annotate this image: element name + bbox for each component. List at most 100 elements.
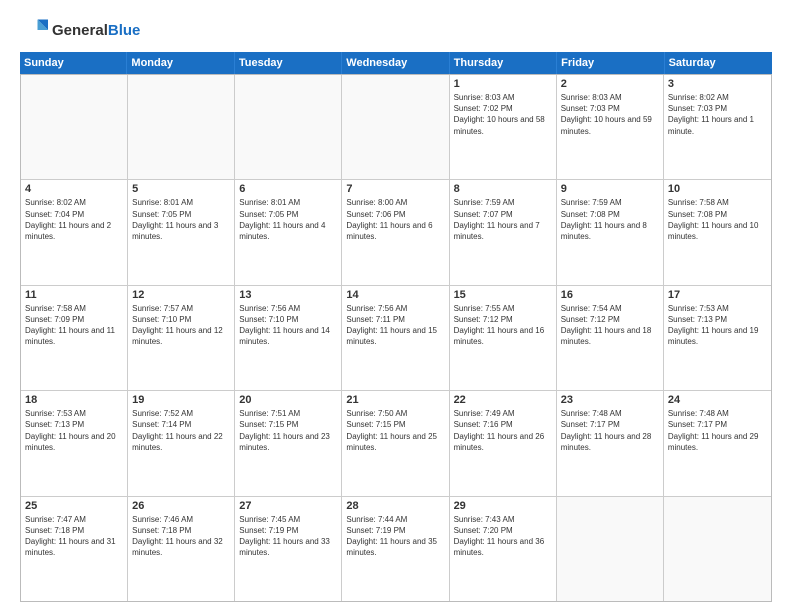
calendar-day-cell: 19 Sunrise: 7:52 AMSunset: 7:14 PMDayligh… — [128, 391, 235, 495]
calendar-day-cell: 2 Sunrise: 8:03 AMSunset: 7:03 PMDaylight… — [557, 75, 664, 179]
day-info: Sunrise: 7:47 AMSunset: 7:18 PMDaylight:… — [25, 514, 123, 559]
calendar-day-cell: 14Sunrise: 7:56 AMSunset: 7:11 PMDayligh… — [342, 286, 449, 390]
day-number: 9 — [561, 183, 659, 195]
calendar-day-cell: 8Sunrise: 7:59 AMSunset: 7:07 PMDaylight… — [450, 180, 557, 284]
calendar-day-cell: 20 Sunrise: 7:51 AMSunset: 7:15 PMDayligh… — [235, 391, 342, 495]
calendar-empty-cell — [235, 75, 342, 179]
day-number: 1 — [454, 78, 552, 90]
day-info: Sunrise: 7:45 AMSunset: 7:19 PMDaylight:… — [239, 514, 337, 559]
day-number: 7 — [346, 183, 444, 195]
day-info: Sunrise: 7:43 AMSunset: 7:20 PMDaylight:… — [454, 514, 552, 559]
day-number: 28 — [346, 500, 444, 512]
day-info: Sunrise: 7:52 AMSunset: 7:14 PMDaylight:… — [132, 408, 230, 453]
day-info: Sunrise: 7:54 AMSunset: 7:12 PMDaylight:… — [561, 303, 659, 348]
day-info: Sunrise: 8:03 AMSunset: 7:02 PMDaylight:… — [454, 92, 552, 137]
day-number: 6 — [239, 183, 337, 195]
day-of-week-header: Wednesday — [342, 52, 449, 74]
day-info: Sunrise: 8:02 AMSunset: 7:03 PMDaylight:… — [668, 92, 767, 137]
calendar-day-cell: 18 Sunrise: 7:53 AMSunset: 7:13 PMDayligh… — [21, 391, 128, 495]
day-number: 15 — [454, 289, 552, 301]
day-info: Sunrise: 7:53 AMSunset: 7:13 PMDaylight:… — [668, 303, 767, 348]
day-number: 13 — [239, 289, 337, 301]
day-info: Sunrise: 8:00 AMSunset: 7:06 PMDaylight:… — [346, 197, 444, 242]
day-of-week-header: Thursday — [450, 52, 557, 74]
day-info: Sunrise: 7:46 AMSunset: 7:18 PMDaylight:… — [132, 514, 230, 559]
calendar-day-cell: 10 Sunrise: 7:58 AMSunset: 7:08 PMDayligh… — [664, 180, 771, 284]
day-number: 26 — [132, 500, 230, 512]
day-number: 24 — [668, 394, 767, 406]
logo: GeneralBlue — [20, 16, 140, 44]
calendar-day-cell: 12 Sunrise: 7:57 AMSunset: 7:10 PMDayligh… — [128, 286, 235, 390]
day-number: 3 — [668, 78, 767, 90]
day-number: 19 — [132, 394, 230, 406]
page: GeneralBlue SundayMondayTuesdayWednesday… — [0, 0, 792, 612]
calendar-empty-cell — [128, 75, 235, 179]
day-info: Sunrise: 8:02 AMSunset: 7:04 PMDaylight:… — [25, 197, 123, 242]
calendar-day-cell: 28 Sunrise: 7:44 AMSunset: 7:19 PMDayligh… — [342, 497, 449, 601]
day-info: Sunrise: 7:44 AMSunset: 7:19 PMDaylight:… — [346, 514, 444, 559]
day-number: 8 — [454, 183, 552, 195]
day-info: Sunrise: 7:48 AMSunset: 7:17 PMDaylight:… — [668, 408, 767, 453]
day-number: 17 — [668, 289, 767, 301]
day-info: Sunrise: 7:51 AMSunset: 7:15 PMDaylight:… — [239, 408, 337, 453]
day-of-week-header: Saturday — [665, 52, 772, 74]
day-number: 10 — [668, 183, 767, 195]
calendar-row: 1 Sunrise: 8:03 AMSunset: 7:02 PMDaylight… — [21, 75, 771, 180]
day-number: 18 — [25, 394, 123, 406]
day-of-week-header: Tuesday — [235, 52, 342, 74]
day-info: Sunrise: 7:57 AMSunset: 7:10 PMDaylight:… — [132, 303, 230, 348]
calendar-empty-cell — [664, 497, 771, 601]
calendar-day-cell: 11 Sunrise: 7:58 AMSunset: 7:09 PMDayligh… — [21, 286, 128, 390]
calendar-body: 1 Sunrise: 8:03 AMSunset: 7:02 PMDaylight… — [20, 74, 772, 602]
calendar-day-cell: 22Sunrise: 7:49 AMSunset: 7:16 PMDayligh… — [450, 391, 557, 495]
calendar-row: 11 Sunrise: 7:58 AMSunset: 7:09 PMDayligh… — [21, 286, 771, 391]
day-number: 4 — [25, 183, 123, 195]
header: GeneralBlue — [20, 16, 772, 44]
calendar-day-cell: 25 Sunrise: 7:47 AMSunset: 7:18 PMDayligh… — [21, 497, 128, 601]
day-number: 2 — [561, 78, 659, 90]
calendar-day-cell: 13 Sunrise: 7:56 AMSunset: 7:10 PMDayligh… — [235, 286, 342, 390]
day-number: 20 — [239, 394, 337, 406]
day-number: 29 — [454, 500, 552, 512]
calendar-day-cell: 9Sunrise: 7:59 AMSunset: 7:08 PMDaylight… — [557, 180, 664, 284]
calendar-day-cell: 7 Sunrise: 8:00 AMSunset: 7:06 PMDaylight… — [342, 180, 449, 284]
calendar-row: 4 Sunrise: 8:02 AMSunset: 7:04 PMDaylight… — [21, 180, 771, 285]
day-number: 14 — [346, 289, 444, 301]
day-of-week-header: Sunday — [20, 52, 127, 74]
day-info: Sunrise: 7:55 AMSunset: 7:12 PMDaylight:… — [454, 303, 552, 348]
day-info: Sunrise: 7:53 AMSunset: 7:13 PMDaylight:… — [25, 408, 123, 453]
day-info: Sunrise: 7:58 AMSunset: 7:08 PMDaylight:… — [668, 197, 767, 242]
calendar-day-cell: 17 Sunrise: 7:53 AMSunset: 7:13 PMDayligh… — [664, 286, 771, 390]
day-info: Sunrise: 8:03 AMSunset: 7:03 PMDaylight:… — [561, 92, 659, 137]
day-of-week-header: Friday — [557, 52, 664, 74]
calendar-day-cell: 4 Sunrise: 8:02 AMSunset: 7:04 PMDaylight… — [21, 180, 128, 284]
calendar-day-cell: 1 Sunrise: 8:03 AMSunset: 7:02 PMDaylight… — [450, 75, 557, 179]
day-number: 23 — [561, 394, 659, 406]
calendar-day-cell: 23 Sunrise: 7:48 AMSunset: 7:17 PMDayligh… — [557, 391, 664, 495]
day-info: Sunrise: 8:01 AMSunset: 7:05 PMDaylight:… — [239, 197, 337, 242]
logo-text: GeneralBlue — [52, 22, 140, 39]
calendar-day-cell: 5Sunrise: 8:01 AMSunset: 7:05 PMDaylight… — [128, 180, 235, 284]
calendar-header: SundayMondayTuesdayWednesdayThursdayFrid… — [20, 52, 772, 74]
calendar-empty-cell — [342, 75, 449, 179]
day-of-week-header: Monday — [127, 52, 234, 74]
calendar-day-cell: 24 Sunrise: 7:48 AMSunset: 7:17 PMDayligh… — [664, 391, 771, 495]
calendar-empty-cell — [21, 75, 128, 179]
day-number: 5 — [132, 183, 230, 195]
calendar-row: 18 Sunrise: 7:53 AMSunset: 7:13 PMDayligh… — [21, 391, 771, 496]
day-info: Sunrise: 7:49 AMSunset: 7:16 PMDaylight:… — [454, 408, 552, 453]
calendar-day-cell: 16 Sunrise: 7:54 AMSunset: 7:12 PMDayligh… — [557, 286, 664, 390]
calendar-day-cell: 29 Sunrise: 7:43 AMSunset: 7:20 PMDayligh… — [450, 497, 557, 601]
day-number: 25 — [25, 500, 123, 512]
calendar-day-cell: 15 Sunrise: 7:55 AMSunset: 7:12 PMDayligh… — [450, 286, 557, 390]
day-info: Sunrise: 7:58 AMSunset: 7:09 PMDaylight:… — [25, 303, 123, 348]
day-info: Sunrise: 7:48 AMSunset: 7:17 PMDaylight:… — [561, 408, 659, 453]
day-number: 21 — [346, 394, 444, 406]
calendar-day-cell: 6 Sunrise: 8:01 AMSunset: 7:05 PMDaylight… — [235, 180, 342, 284]
day-number: 16 — [561, 289, 659, 301]
day-number: 11 — [25, 289, 123, 301]
day-info: Sunrise: 7:56 AMSunset: 7:10 PMDaylight:… — [239, 303, 337, 348]
day-number: 12 — [132, 289, 230, 301]
calendar-day-cell: 3 Sunrise: 8:02 AMSunset: 7:03 PMDaylight… — [664, 75, 771, 179]
logo-icon — [20, 16, 48, 44]
